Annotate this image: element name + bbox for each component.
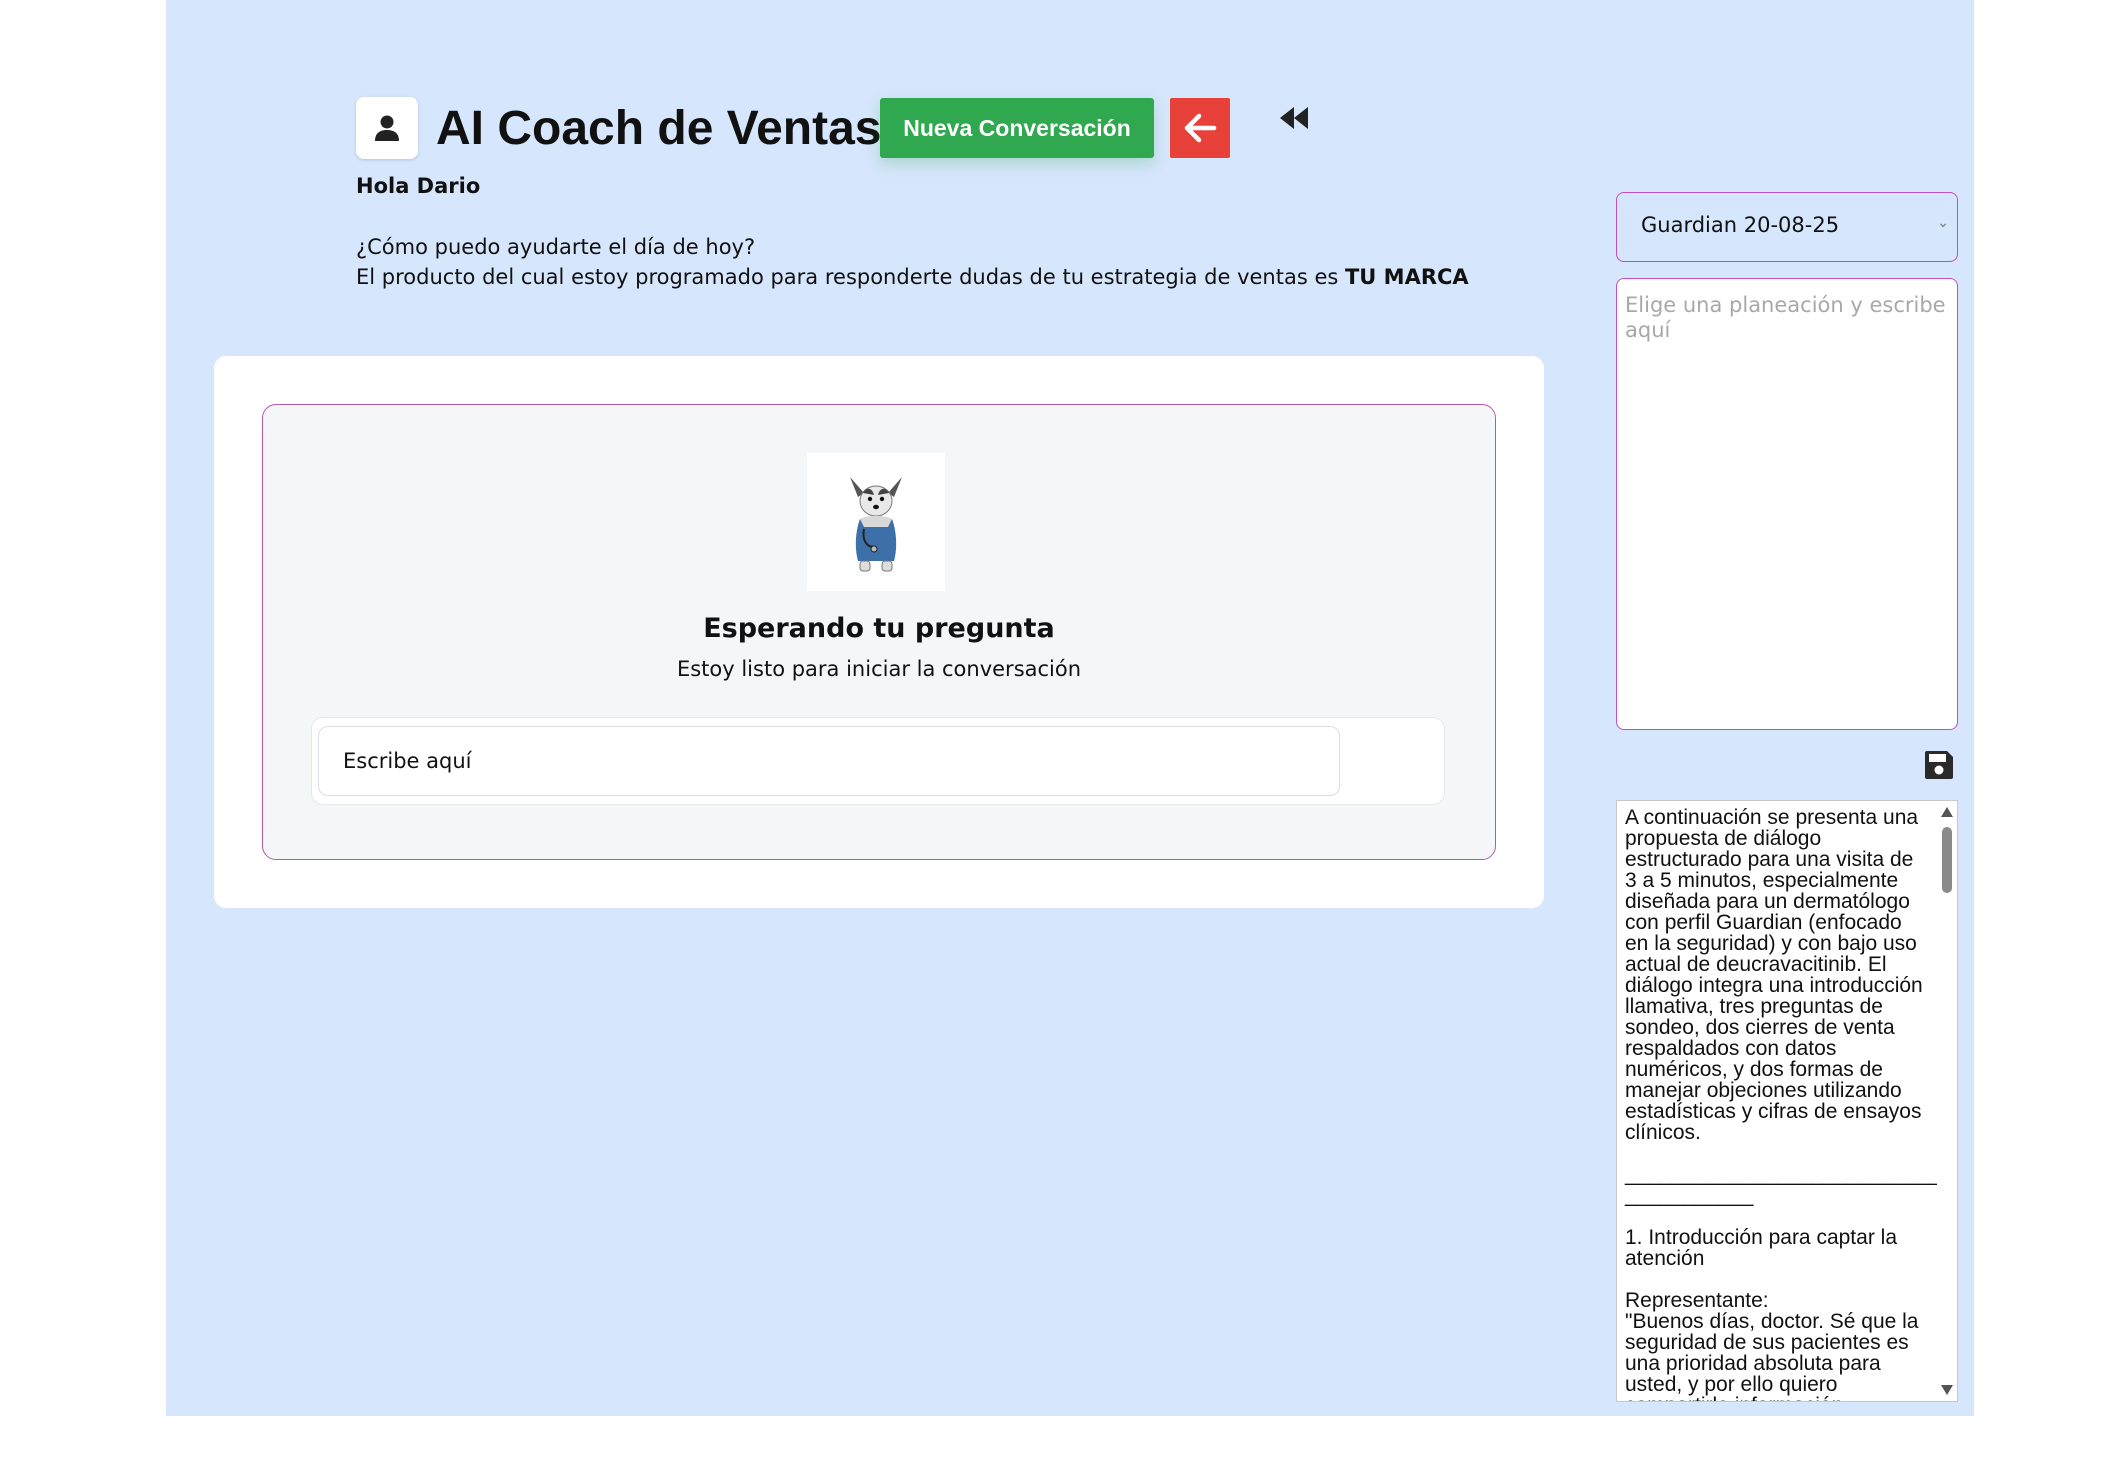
intro-line-2: El producto del cual estoy programado pa… xyxy=(356,262,1469,292)
result-scrollbar[interactable] xyxy=(1937,801,1957,1401)
chat-panel: Esperando tu pregunta Estoy listo para i… xyxy=(262,404,1496,860)
waiting-subtitle: Estoy listo para iniciar la conversación xyxy=(676,657,1082,681)
intro-text: ¿Cómo puedo ayudarte el día de hoy? El p… xyxy=(356,232,1469,292)
page-title: AI Coach de Ventas xyxy=(436,101,882,155)
save-icon[interactable] xyxy=(1923,749,1955,781)
plan-select-value: Guardian 20-08-25 xyxy=(1641,213,1840,237)
result-textbox[interactable]: A continuación se presenta una propuesta… xyxy=(1616,800,1958,1402)
chat-input-container xyxy=(311,717,1445,805)
header: AI Coach de Ventas xyxy=(356,96,881,160)
plan-textarea[interactable] xyxy=(1616,278,1958,730)
user-avatar[interactable] xyxy=(356,97,418,159)
brand-name: TU MARCA xyxy=(1344,265,1469,289)
scroll-thumb[interactable] xyxy=(1942,827,1952,893)
chat-input[interactable] xyxy=(318,726,1340,796)
scroll-down-icon[interactable] xyxy=(1941,1385,1953,1395)
rewind-icon[interactable] xyxy=(1276,104,1312,132)
back-button[interactable] xyxy=(1170,98,1230,158)
chat-card: Esperando tu pregunta Estoy listo para i… xyxy=(214,356,1544,908)
intro-line-1: ¿Cómo puedo ayudarte el día de hoy? xyxy=(356,235,756,259)
new-conversation-button[interactable]: Nueva Conversación xyxy=(880,98,1154,158)
mascot-image xyxy=(807,453,945,591)
chevron-down-icon: ⌄ xyxy=(1937,215,1949,231)
greeting: Hola Dario xyxy=(356,174,481,198)
result-text: A continuación se presenta una propuesta… xyxy=(1625,806,1953,1401)
user-icon xyxy=(375,115,399,141)
scroll-up-icon[interactable] xyxy=(1941,807,1953,817)
intro-line-2-text: El producto del cual estoy programado pa… xyxy=(356,265,1345,289)
dog-mascot-icon xyxy=(850,477,902,572)
waiting-title: Esperando tu pregunta xyxy=(703,613,1055,644)
plan-select[interactable]: Guardian 20-08-25 ⌄ xyxy=(1616,192,1958,262)
arrow-left-icon xyxy=(1184,113,1217,143)
